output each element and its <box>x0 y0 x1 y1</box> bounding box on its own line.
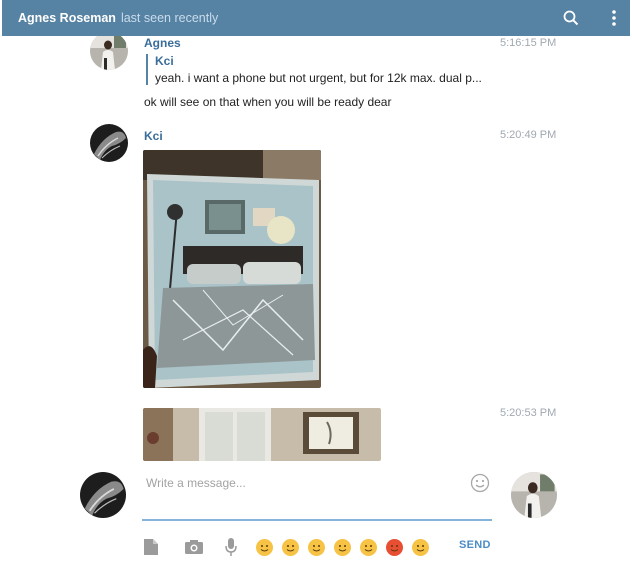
my-avatar[interactable] <box>80 472 126 518</box>
composer-toolbar <box>142 535 429 559</box>
send-button[interactable]: SEND <box>459 539 491 551</box>
message-time: 5:20:49 PM <box>500 129 557 141</box>
smile-icon[interactable] <box>470 473 490 493</box>
message-composer: SEND <box>0 461 632 579</box>
document-icon[interactable] <box>142 538 160 556</box>
avatar[interactable] <box>90 36 128 70</box>
avatar[interactable] <box>90 124 128 162</box>
emoji-cry-icon[interactable] <box>412 538 429 556</box>
search-icon[interactable] <box>560 0 582 36</box>
emoji-grin-icon[interactable] <box>308 538 325 556</box>
peer-avatar[interactable] <box>511 472 557 518</box>
emoji-smile-icon[interactable] <box>282 538 299 556</box>
message-time: 5:20:53 PM <box>500 407 557 419</box>
photo-attachment[interactable] <box>143 150 321 388</box>
message-input-container <box>142 469 492 521</box>
emoji-blush-icon[interactable] <box>334 538 351 556</box>
chat-header: Agnes Roseman last seen recently <box>2 0 630 36</box>
message-time: 5:16:15 PM <box>500 37 557 49</box>
emoji-angry-icon[interactable] <box>386 538 403 556</box>
chat-window: Agnes Roseman last seen recently Agnes 5… <box>0 0 632 579</box>
reply-quote[interactable]: Kci yeah. i want a phone but not urgent,… <box>146 54 482 85</box>
reply-sender: Kci <box>155 54 174 68</box>
message-sender[interactable]: Kci <box>144 129 163 143</box>
microphone-icon[interactable] <box>224 537 238 557</box>
more-vertical-icon[interactable] <box>606 0 622 36</box>
emoji-scream-icon[interactable] <box>360 538 377 556</box>
message-text: ok will see on that when you will be rea… <box>144 95 392 109</box>
peer-status: last seen recently <box>120 11 219 25</box>
reply-text: yeah. i want a phone but not urgent, but… <box>155 71 482 85</box>
camera-icon[interactable] <box>184 539 204 555</box>
message-list[interactable]: Agnes 5:16:15 PM Kci yeah. i want a phon… <box>0 36 632 461</box>
message-input[interactable] <box>142 469 442 497</box>
message-sender[interactable]: Agnes <box>144 36 181 50</box>
peer-name[interactable]: Agnes Roseman <box>18 11 116 25</box>
photo-attachment[interactable] <box>143 408 381 461</box>
emoji-sweat-smile-icon[interactable] <box>256 538 273 556</box>
